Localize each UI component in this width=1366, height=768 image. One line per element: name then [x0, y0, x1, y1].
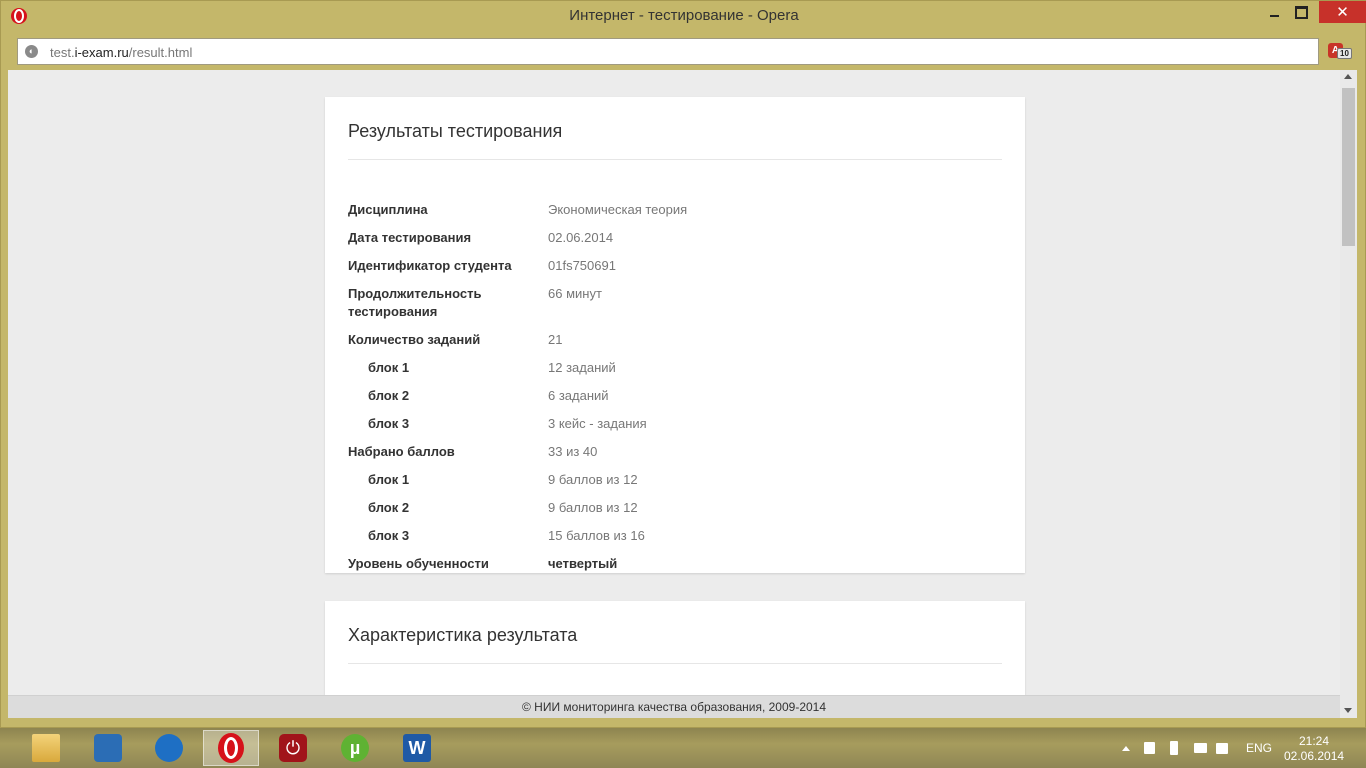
row-value: 66 минут: [548, 286, 602, 301]
scroll-up-arrow-icon[interactable]: [1344, 74, 1352, 79]
row-value: 15 баллов из 16: [548, 528, 645, 543]
translator-extension-icon[interactable]: A 10: [1328, 41, 1352, 61]
clock-time: 21:24: [1298, 734, 1330, 748]
row-value: 33 из 40: [548, 444, 598, 459]
maximize-button[interactable]: [1286, 1, 1316, 23]
row-label: Дисциплина: [348, 202, 428, 217]
page-footer: © НИИ мониторинга качества образования, …: [8, 695, 1340, 718]
results-card: Результаты тестирования Дисциплина Эконо…: [325, 97, 1025, 573]
system-clock[interactable]: 21:24 02.06.2014: [1284, 734, 1344, 764]
taskbar: ⏻ µ W ENG 21:24 02.06.2014: [0, 728, 1366, 768]
battery-icon[interactable]: [1170, 728, 1178, 768]
row-label: блок 2: [368, 388, 410, 403]
taskbar-updater[interactable]: [141, 730, 197, 766]
row-value: 3 кейс - задания: [548, 416, 647, 431]
row-value: 01fs750691: [548, 258, 616, 273]
control-panel-icon: [94, 734, 122, 762]
word-icon: W: [403, 734, 431, 762]
scroll-down-arrow-icon[interactable]: [1344, 708, 1352, 713]
updater-icon: [155, 734, 183, 762]
close-button[interactable]: ✕: [1319, 1, 1366, 23]
row-label: Набрано баллов: [348, 444, 455, 459]
window-title: Интернет - тестирование - Opera: [569, 7, 799, 24]
site-info-icon[interactable]: ◐: [25, 45, 38, 58]
show-hidden-icons-icon[interactable]: [1122, 728, 1132, 768]
taskbar-control-panel[interactable]: [80, 730, 136, 766]
results-title: Результаты тестирования: [348, 121, 563, 141]
taskbar-utorrent[interactable]: µ: [327, 730, 383, 766]
row-label: блок 1: [368, 360, 410, 375]
row-label: блок 3: [368, 528, 410, 543]
row-label: блок 2: [368, 500, 410, 515]
utorrent-icon: µ: [341, 734, 369, 762]
row-value: четвертый: [548, 556, 618, 571]
minimize-button[interactable]: [1259, 1, 1289, 23]
taskbar-opera[interactable]: [203, 730, 259, 766]
row-value: 21: [548, 332, 563, 347]
characteristic-title: Характеристика результата: [348, 625, 578, 645]
row-value: 12 заданий: [548, 360, 616, 375]
url-domain: i-exam.ru: [74, 45, 129, 60]
language-indicator[interactable]: ENG: [1246, 728, 1272, 768]
divider: [348, 663, 1002, 664]
titlebar: Интернет - тестирование - Opera ✕: [1, 1, 1366, 31]
taskbar-power-off[interactable]: ⏻: [265, 730, 321, 766]
url-prefix: test.: [50, 45, 75, 60]
row-label: Идентификатор студента: [348, 258, 512, 273]
row-value: 9 баллов из 12: [548, 472, 638, 487]
volume-icon[interactable]: [1216, 728, 1228, 768]
scroll-thumb[interactable]: [1342, 88, 1355, 246]
row-label: блок 3: [368, 416, 410, 431]
row-label: Дата тестирования: [348, 230, 472, 245]
power-icon: ⏻: [279, 734, 307, 762]
row-label: Уровень обученности: [348, 556, 489, 571]
opera-icon: [218, 733, 244, 763]
row-value: 6 заданий: [548, 388, 609, 403]
row-label: Продолжительность тестирования: [348, 286, 482, 319]
action-center-flag-icon[interactable]: [1144, 728, 1155, 768]
clock-date: 02.06.2014: [1284, 749, 1345, 763]
url-path: /result.html: [128, 45, 193, 60]
divider: [348, 159, 1002, 160]
network-signal-icon[interactable]: [1194, 728, 1207, 768]
taskbar-file-explorer[interactable]: [18, 730, 74, 766]
url-text: test.i-exam.ru/result.html: [50, 45, 192, 60]
row-value: 02.06.2014: [548, 230, 614, 245]
row-label: блок 1: [368, 472, 410, 487]
page-content: Результаты тестирования Дисциплина Эконо…: [8, 70, 1340, 718]
folder-icon: [32, 734, 60, 762]
address-bar[interactable]: ◐ test.i-exam.ru/result.html: [17, 38, 1319, 65]
taskbar-word[interactable]: W: [389, 730, 445, 766]
row-value: Экономическая теория: [548, 202, 688, 217]
vertical-scrollbar[interactable]: [1340, 70, 1357, 718]
row-label: Количество заданий: [348, 332, 481, 347]
row-value: 9 баллов из 12: [548, 500, 638, 515]
